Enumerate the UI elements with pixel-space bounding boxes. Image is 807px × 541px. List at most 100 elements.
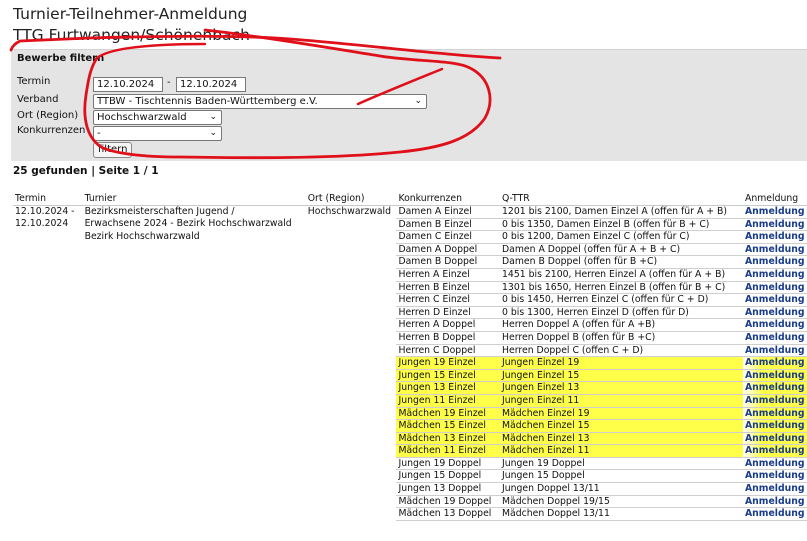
cell-konkurrenz: Herren A Einzel bbox=[396, 268, 500, 282]
cell-qttr: Jungen 15 Doppel bbox=[499, 469, 743, 484]
cell-turnier bbox=[83, 294, 306, 307]
ort-select[interactable]: Hochschwarzwald ⌄ bbox=[93, 110, 222, 125]
anmeldung-link[interactable]: Anmeldung bbox=[742, 281, 807, 295]
cell-turnier bbox=[83, 357, 306, 370]
anmeldung-link[interactable]: Anmeldung bbox=[742, 381, 807, 395]
cell-konkurrenz: Herren A Doppel bbox=[396, 318, 500, 332]
table-row: Mädchen 19 Einzel Mädchen Einzel 19 Anmeld… bbox=[13, 407, 807, 421]
cell-termin bbox=[13, 420, 83, 433]
table-row: Herren D Einzel 0 bis 1300, Herren Einzel… bbox=[13, 306, 807, 320]
cell-termin bbox=[13, 407, 83, 420]
anmeldung-link[interactable]: Anmeldung bbox=[742, 469, 807, 484]
page-subtitle: TTG Furtwangen/Schönenbach bbox=[13, 26, 250, 44]
chevron-down-icon: ⌄ bbox=[414, 96, 422, 106]
anmeldung-link[interactable]: Anmeldung bbox=[742, 255, 807, 269]
cell-konkurrenz: Herren D Einzel bbox=[396, 306, 500, 320]
cell-turnier bbox=[83, 508, 306, 521]
anmeldung-link[interactable]: Anmeldung bbox=[742, 243, 807, 257]
cell-ort bbox=[306, 457, 397, 470]
anmeldung-link[interactable]: Anmeldung bbox=[742, 419, 807, 433]
cell-termin bbox=[13, 457, 83, 470]
table-row: Herren B Doppel Herren Doppel B (offen fü… bbox=[13, 331, 807, 345]
cell-konkurrenz: Jungen 19 Doppel bbox=[396, 457, 500, 471]
filter-button[interactable]: filtern bbox=[93, 142, 133, 158]
table-row: Mädchen 19 Doppel Mädchen Doppel 19/15 Anm… bbox=[13, 495, 807, 509]
cell-termin bbox=[13, 331, 83, 344]
verband-select[interactable]: TTBW - Tischtennis Baden-Württemberg e.V… bbox=[93, 94, 427, 109]
anmeldung-link[interactable]: Anmeldung bbox=[742, 344, 807, 358]
anmeldung-link[interactable]: Anmeldung bbox=[742, 507, 807, 521]
table-row: Jungen 15 Einzel Jungen Einzel 15 Anmeldun… bbox=[13, 369, 807, 383]
cell-ort bbox=[306, 445, 397, 458]
table-row: Herren C Doppel Herren Doppel C (offen C … bbox=[13, 344, 807, 358]
col-header-anmeldung: Anmeldung bbox=[742, 193, 807, 206]
cell-turnier bbox=[83, 495, 306, 508]
anmeldung-link[interactable]: Anmeldung bbox=[742, 495, 807, 509]
cell-konkurrenz: Mädchen 19 Doppel bbox=[396, 495, 500, 509]
cell-turnier bbox=[83, 256, 306, 269]
cell-ort bbox=[306, 432, 397, 445]
anmeldung-link[interactable]: Anmeldung bbox=[742, 268, 807, 282]
cell-ort bbox=[306, 420, 397, 433]
cell-turnier bbox=[83, 432, 306, 445]
cell-ort bbox=[306, 483, 397, 496]
cell-termin bbox=[13, 231, 83, 244]
cell-ort bbox=[306, 306, 397, 319]
ort-label: Ort (Region) bbox=[17, 110, 79, 121]
cell-qttr: Mädchen Einzel 19 bbox=[499, 407, 743, 421]
anmeldung-link[interactable]: Anmeldung bbox=[742, 230, 807, 244]
cell-termin bbox=[13, 369, 83, 382]
anmeldung-link[interactable]: Anmeldung bbox=[742, 369, 807, 383]
cell-konkurrenz: Herren C Einzel bbox=[396, 293, 500, 307]
anmeldung-link[interactable]: Anmeldung bbox=[742, 306, 807, 320]
cell-qttr: 1201 bis 2100, Damen Einzel A (offen für… bbox=[499, 205, 743, 219]
col-header-konkurrenzen: Konkurrenzen bbox=[396, 193, 500, 206]
ort-select-value: Hochschwarzwald bbox=[97, 112, 187, 123]
anmeldung-link[interactable]: Anmeldung bbox=[742, 293, 807, 307]
cell-ort bbox=[306, 357, 397, 370]
anmeldung-link[interactable]: Anmeldung bbox=[742, 444, 807, 458]
cell-konkurrenz: Herren B Einzel bbox=[396, 281, 500, 295]
table-row: Herren A Einzel 1451 bis 2100, Herren Ein… bbox=[13, 268, 807, 282]
cell-termin bbox=[13, 470, 83, 483]
table-row: 12.10.2024 Erwachsene 2024 - Bezirk Hochs… bbox=[13, 218, 807, 232]
cell-turnier bbox=[83, 344, 306, 357]
anmeldung-link[interactable]: Anmeldung bbox=[742, 218, 807, 232]
cell-konkurrenz: Mädchen 13 Einzel bbox=[396, 432, 500, 446]
verband-select-value: TTBW - Tischtennis Baden-Württemberg e.V… bbox=[97, 96, 318, 107]
col-header-turnier: Turnier bbox=[82, 193, 306, 206]
cell-qttr: Jungen Einzel 19 bbox=[499, 356, 743, 370]
anmeldung-link[interactable]: Anmeldung bbox=[742, 482, 807, 496]
cell-ort bbox=[306, 256, 397, 269]
date-from-input[interactable]: 12.10.2024 bbox=[93, 77, 163, 92]
cell-termin bbox=[13, 243, 83, 256]
table-row: Herren B Einzel 1301 bis 1650, Herren Ein… bbox=[13, 281, 807, 295]
cell-ort bbox=[306, 369, 397, 382]
cell-turnier bbox=[83, 281, 306, 294]
table-row: Jungen 15 Doppel Jungen 15 Doppel Anmeldun… bbox=[13, 469, 807, 484]
cell-konkurrenz: Jungen 13 Doppel bbox=[396, 482, 500, 496]
table-row: Damen B Doppel Damen B Doppel (offen für … bbox=[13, 255, 807, 269]
cell-qttr: Mädchen Einzel 13 bbox=[499, 432, 743, 446]
anmeldung-link[interactable]: Anmeldung bbox=[742, 331, 807, 345]
anmeldung-link[interactable]: Anmeldung bbox=[742, 457, 807, 471]
anmeldung-link[interactable]: Anmeldung bbox=[742, 394, 807, 408]
cell-qttr: Herren Doppel B (offen für B +C) bbox=[499, 331, 743, 345]
cell-qttr: Jungen Einzel 13 bbox=[499, 381, 743, 395]
cell-konkurrenz: Damen B Einzel bbox=[396, 218, 500, 232]
cell-ort bbox=[306, 268, 397, 281]
anmeldung-link[interactable]: Anmeldung bbox=[742, 356, 807, 370]
anmeldung-link[interactable]: Anmeldung bbox=[742, 407, 807, 421]
cell-turnier bbox=[83, 457, 306, 470]
cell-termin bbox=[13, 495, 83, 508]
anmeldung-link[interactable]: Anmeldung bbox=[742, 205, 807, 219]
col-header-ort: Ort (Region) bbox=[305, 193, 397, 206]
table-row: Jungen 19 Doppel Jungen 19 Doppel Anmeldun… bbox=[13, 457, 807, 471]
anmeldung-link[interactable]: Anmeldung bbox=[742, 432, 807, 446]
konkurrenzen-select[interactable]: - ⌄ bbox=[93, 126, 222, 141]
anmeldung-link[interactable]: Anmeldung bbox=[742, 318, 807, 332]
date-to-input[interactable]: 12.10.2024 bbox=[176, 77, 246, 92]
cell-konkurrenz: Mädchen 19 Einzel bbox=[396, 407, 500, 421]
cell-konkurrenz: Damen A Doppel bbox=[396, 243, 500, 257]
cell-termin bbox=[13, 394, 83, 407]
